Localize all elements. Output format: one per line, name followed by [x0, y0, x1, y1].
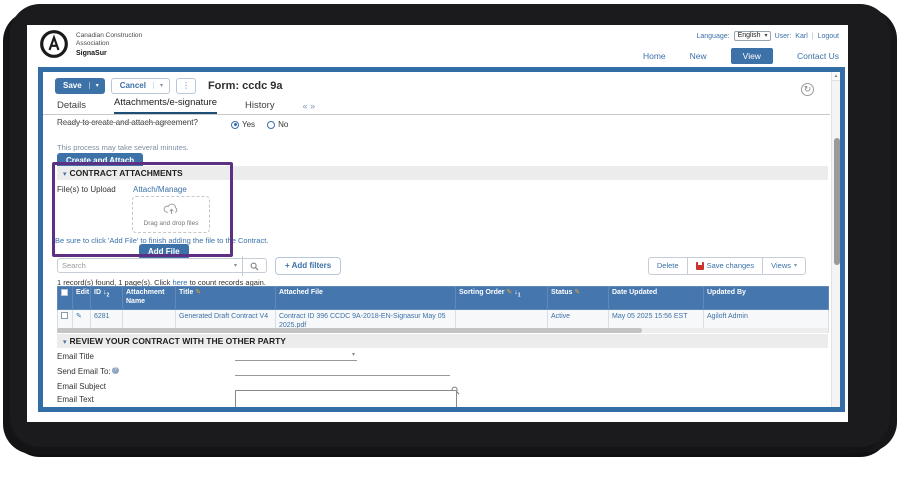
email-subject-label: Email Subject — [57, 382, 106, 391]
row-checkbox[interactable] — [61, 311, 68, 319]
col-title[interactable]: Title ✎ — [175, 286, 276, 310]
tab-attachments-esignature[interactable]: Attachments/e-signature — [114, 97, 218, 115]
email-title-select[interactable]: ▾ — [235, 349, 357, 361]
form-panel: Save ▾ Cancel ▾ ⋮ Form: ccdc 9a ↻ Details … — [38, 67, 845, 412]
save-changes-button[interactable]: Save changes — [686, 258, 763, 274]
search-input[interactable] — [58, 261, 229, 270]
attach-manage-link[interactable]: Attach/Manage — [133, 185, 187, 194]
delete-button[interactable]: Delete — [649, 258, 687, 274]
editable-pencil-icon: ✎ — [506, 289, 513, 296]
add-filters-button[interactable]: + Add filters — [275, 257, 342, 275]
save-button[interactable]: Save ▾ — [55, 78, 105, 94]
refresh-icon[interactable]: ↻ — [801, 83, 814, 96]
views-button[interactable]: Views ▾ — [762, 258, 805, 274]
row-edit-icon[interactable]: ✎ — [76, 313, 82, 320]
tab-history[interactable]: History — [245, 100, 275, 115]
more-actions-button[interactable]: ⋮ — [175, 78, 196, 94]
file-dropzone[interactable]: Drag and drop files — [132, 196, 210, 233]
vertical-scrollbar[interactable]: ▴ — [831, 72, 840, 407]
row-divider-line — [57, 122, 173, 123]
review-contract-section-header[interactable]: ▾ REVIEW YOUR CONTRACT WITH THE OTHER PAR… — [57, 334, 828, 348]
user-name[interactable]: Karl — [795, 33, 807, 40]
search-icon — [250, 262, 259, 270]
tab-details[interactable]: Details — [57, 100, 86, 115]
language-select[interactable]: English ▾ — [733, 31, 771, 41]
table-header-row: Edit ID ↓2 Attachment Name Title ✎ Attac… — [57, 286, 829, 310]
col-status[interactable]: Status ✎ — [547, 286, 609, 310]
logout-link[interactable]: Logout — [818, 33, 839, 40]
radio-yes-circle-icon[interactable] — [231, 120, 239, 129]
org-name-line2: Association — [76, 40, 110, 48]
search-submit-button[interactable] — [242, 255, 266, 276]
user-label: User: — [774, 32, 792, 40]
sort-asc-icon: ↓1 — [514, 289, 521, 299]
col-updated-by[interactable]: Updated By — [703, 286, 829, 310]
process-duration-note: This process may take several minutes. — [57, 143, 189, 152]
email-title-label: Email Title — [57, 352, 94, 361]
col-select — [57, 286, 73, 310]
nav-view[interactable]: View — [730, 48, 773, 64]
editable-pencil-icon: ✎ — [574, 289, 581, 296]
nav-home[interactable]: Home — [643, 51, 666, 61]
section-collapse-caret-icon[interactable]: ▾ — [63, 171, 67, 178]
tabs-divider — [43, 114, 830, 115]
language-label: Language: — [696, 32, 730, 40]
table-horizontal-scrollbar[interactable] — [57, 328, 828, 333]
save-dropdown-caret-icon: ▾ — [88, 82, 105, 89]
search-control: ▾ — [57, 255, 267, 276]
cancel-dropdown-caret-icon: ▾ — [152, 82, 169, 89]
col-edit[interactable]: Edit — [72, 286, 91, 310]
separator: | — [811, 32, 814, 40]
email-text-label: Email Text — [57, 395, 94, 404]
product-name: SignaSur — [76, 49, 107, 57]
col-id[interactable]: ID ↓2 — [90, 286, 123, 310]
send-email-to-field[interactable] — [235, 364, 450, 376]
agreement-question-label: Ready to create and attach agreement? — [57, 118, 198, 127]
email-text-field[interactable] — [235, 390, 457, 407]
attachments-table: Edit ID ↓2 Attachment Name Title ✎ Attac… — [57, 286, 829, 333]
nav-new[interactable]: New — [690, 51, 707, 61]
chevron-down-icon: ▾ — [764, 33, 768, 39]
org-name-line1: Canadian Construction — [76, 32, 143, 39]
contract-attachments-section-header[interactable]: ▾ CONTRACT ATTACHMENTS — [57, 166, 828, 180]
col-date-updated[interactable]: Date Updated — [608, 286, 704, 310]
hscroll-thumb[interactable] — [57, 328, 642, 333]
files-to-upload-label: File(s) to Upload — [57, 185, 116, 194]
scroll-up-arrow-icon[interactable]: ▴ — [832, 72, 840, 81]
vscroll-thumb[interactable] — [833, 138, 840, 265]
editable-pencil-icon: ✎ — [195, 289, 202, 296]
cancel-button[interactable]: Cancel ▾ — [110, 78, 170, 94]
upload-cloud-icon — [163, 203, 177, 214]
save-icon — [695, 261, 704, 270]
sort-desc-icon: ↓2 — [102, 289, 110, 299]
radio-no[interactable]: No — [267, 120, 288, 129]
radio-yes[interactable]: Yes — [231, 120, 255, 129]
form-title: Form: ccdc 9a — [207, 80, 283, 92]
help-icon[interactable]: ? — [111, 367, 119, 374]
views-caret-icon: ▾ — [793, 263, 797, 269]
app-screen: Canadian Construction Association SignaS… — [27, 25, 848, 422]
col-attachment-name[interactable]: Attachment Name — [122, 286, 176, 310]
nav-contact-us[interactable]: Contact Us — [797, 51, 839, 61]
cca-logo: Canadian Construction Association SignaS… — [39, 29, 142, 59]
search-dropdown-caret-icon[interactable]: ▾ — [229, 262, 242, 269]
cca-logo-mark — [40, 30, 68, 58]
agreement-radio-group: Yes No — [231, 120, 288, 129]
select-caret-icon: ▾ — [351, 352, 355, 358]
send-email-to-label: Send Email To:? — [57, 367, 119, 376]
dropzone-label: Drag and drop files — [143, 220, 199, 227]
section-collapse-caret-icon[interactable]: ▾ — [63, 339, 67, 346]
radio-no-circle-icon[interactable] — [267, 120, 276, 129]
select-all-checkbox[interactable] — [61, 289, 68, 296]
tab-scroll-arrows-icon[interactable]: « » — [303, 101, 316, 115]
col-sorting-order[interactable]: Sorting Order ✎ ↓1 — [455, 286, 548, 310]
col-attached-file[interactable]: Attached File — [275, 286, 456, 310]
